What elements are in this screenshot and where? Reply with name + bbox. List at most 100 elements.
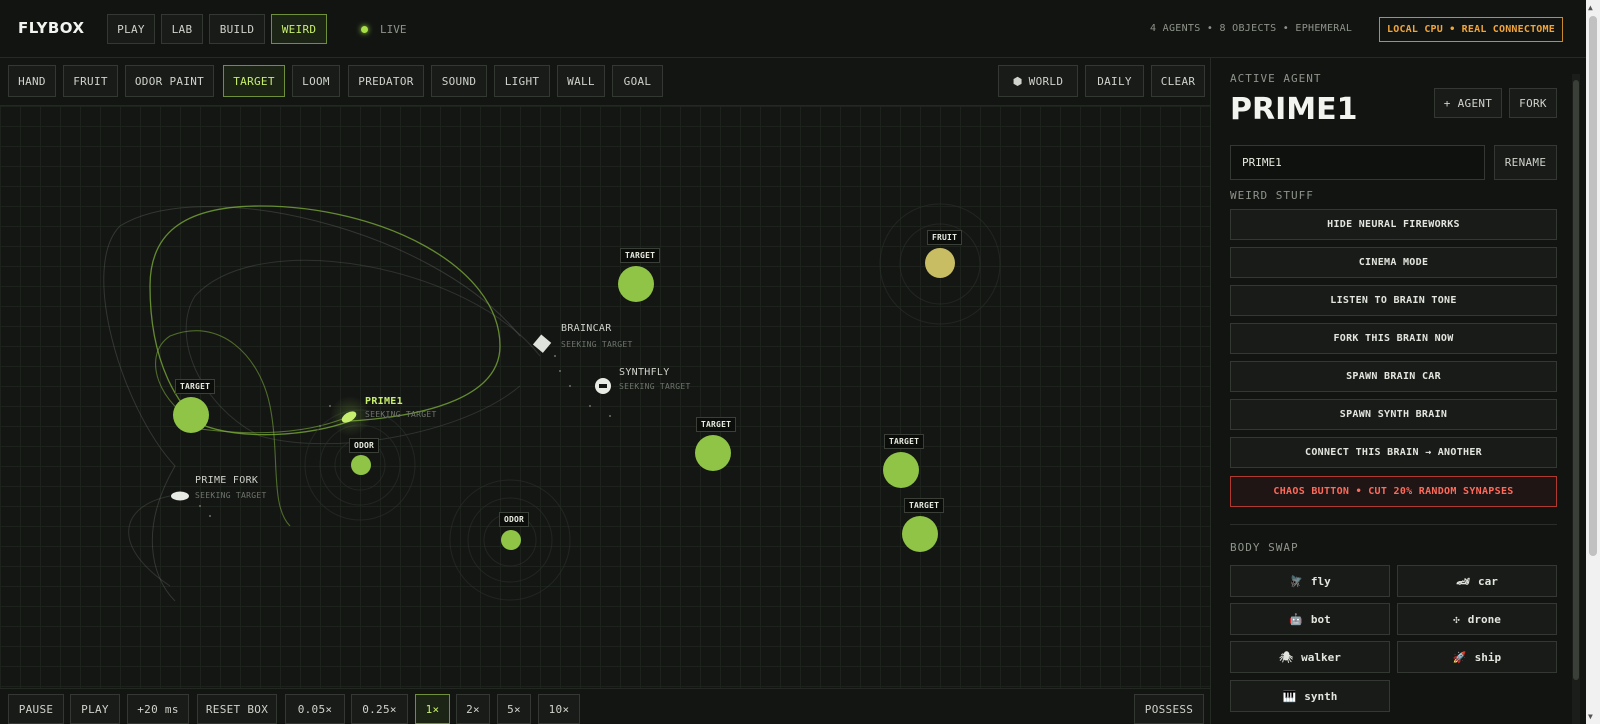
speed-0-25[interactable]: 0.25× xyxy=(351,694,408,724)
bot-icon: 🤖 xyxy=(1289,612,1303,626)
body-fly-button[interactable]: 🪰 fly xyxy=(1230,565,1390,597)
target-label: TARGET xyxy=(884,434,925,449)
body-fly-label: fly xyxy=(1310,574,1331,588)
pause-button[interactable]: PAUSE xyxy=(8,694,64,724)
body-synth-label: synth xyxy=(1304,689,1338,703)
speed-2[interactable]: 2× xyxy=(456,694,490,724)
active-agent-name: PRIME1 xyxy=(1230,92,1358,127)
fork-brain-now-button[interactable]: FORK THIS BRAIN NOW xyxy=(1230,323,1557,354)
target-label: TARGET xyxy=(175,379,216,394)
speed-5[interactable]: 5× xyxy=(497,694,531,724)
car-icon: 🏎 xyxy=(1456,574,1471,588)
tool-sound[interactable]: SOUND xyxy=(431,65,487,97)
app-logo: FLYBOX xyxy=(18,19,85,37)
body-ship-label: ship xyxy=(1474,650,1502,664)
tool-loom[interactable]: LOOM xyxy=(292,65,340,97)
prime1-trail xyxy=(149,205,501,436)
tab-build[interactable]: BUILD xyxy=(209,14,265,44)
body-walker-button[interactable]: 🕷 walker xyxy=(1230,641,1390,673)
agent-name-input[interactable] xyxy=(1230,145,1485,180)
possess-button[interactable]: POSSESS xyxy=(1134,694,1204,724)
chaos-button[interactable]: CHAOS BUTTON • CUT 20% RANDOM SYNAPSES xyxy=(1230,476,1557,507)
tab-weird[interactable]: WEIRD xyxy=(271,14,327,44)
ship-icon: 🚀 xyxy=(1452,650,1467,664)
live-indicator-icon xyxy=(361,26,368,33)
odor-object xyxy=(351,455,371,475)
prime-fork-agent xyxy=(171,491,189,501)
body-swap-label: BODY SWAP xyxy=(1230,541,1299,554)
world-button[interactable]: ⬢ WORLD xyxy=(998,65,1078,97)
tool-hand[interactable]: HAND xyxy=(8,65,56,97)
scroll-down-icon[interactable]: ▼ xyxy=(1588,712,1593,721)
panel-scrollbar-thumb[interactable] xyxy=(1573,80,1579,680)
add-agent-button[interactable]: + AGENT xyxy=(1434,88,1502,118)
target-object xyxy=(902,516,938,552)
target-object xyxy=(695,435,731,471)
cinema-mode-button[interactable]: CINEMA MODE xyxy=(1230,247,1557,278)
agent-trail-faint xyxy=(128,495,171,587)
agent-name-braincar: BRAINCAR xyxy=(561,323,612,334)
scroll-up-icon[interactable]: ▲ xyxy=(1588,3,1593,12)
walker-icon: 🕷 xyxy=(1279,650,1294,664)
target-label: TARGET xyxy=(904,498,945,513)
target-label: TARGET xyxy=(696,417,737,432)
spawn-synth-brain-button[interactable]: SPAWN SYNTH BRAIN xyxy=(1230,399,1557,430)
tool-light[interactable]: LIGHT xyxy=(494,65,550,97)
cpu-badge: LOCAL CPU • REAL CONNECTOME xyxy=(1379,17,1563,42)
world-status: 4 AGENTS • 8 OBJECTS • EPHEMERAL xyxy=(1150,23,1353,34)
connect-brain-button[interactable]: CONNECT THIS BRAIN → ANOTHER xyxy=(1230,437,1557,468)
panel-divider xyxy=(1230,524,1557,525)
tool-wall[interactable]: WALL xyxy=(557,65,605,97)
body-synth-button[interactable]: 🎹 synth xyxy=(1230,680,1390,712)
clear-button[interactable]: CLEAR xyxy=(1151,65,1205,97)
body-bot-label: bot xyxy=(1310,612,1331,626)
body-car-label: car xyxy=(1478,574,1498,588)
body-drone-button[interactable]: ✣ drone xyxy=(1397,603,1557,635)
synth-icon: 🎹 xyxy=(1282,689,1297,703)
spawn-brain-car-button[interactable]: SPAWN BRAIN CAR xyxy=(1230,361,1557,392)
play-button[interactable]: PLAY xyxy=(70,694,120,724)
target-label: TARGET xyxy=(620,248,661,263)
tool-odor-paint[interactable]: ODOR PAINT xyxy=(125,65,214,97)
daily-button[interactable]: DAILY xyxy=(1085,65,1144,97)
tool-predator[interactable]: PREDATOR xyxy=(348,65,424,97)
rename-button[interactable]: RENAME xyxy=(1494,145,1557,180)
tool-fruit[interactable]: FRUIT xyxy=(63,65,118,97)
body-ship-button[interactable]: 🚀 ship xyxy=(1397,641,1557,673)
agent-state-prime1: SEEKING TARGET xyxy=(365,410,437,419)
agent-trail-faint xyxy=(103,206,521,602)
agent-state-braincar: SEEKING TARGET xyxy=(561,340,633,349)
listen-brain-tone-button[interactable]: LISTEN TO BRAIN TONE xyxy=(1230,285,1557,316)
tab-play[interactable]: PLAY xyxy=(107,14,155,44)
step-button[interactable]: +20 ms xyxy=(127,694,189,724)
arena-drawing xyxy=(103,203,1001,602)
tool-goal[interactable]: GOAL xyxy=(612,65,663,97)
fruit-object xyxy=(925,248,955,278)
arena-canvas[interactable]: TARGET TARGET TARGET TARGET TARGET FRUIT… xyxy=(0,106,1210,688)
cube-icon: ⬢ xyxy=(1012,74,1023,88)
fork-button[interactable]: FORK xyxy=(1509,88,1557,118)
fruit-label: FRUIT xyxy=(927,230,963,245)
tab-lab[interactable]: LAB xyxy=(161,14,203,44)
hide-neural-fireworks-button[interactable]: HIDE NEURAL FIREWORKS xyxy=(1230,209,1557,240)
world-button-label: WORLD xyxy=(1028,74,1064,88)
speed-0-05[interactable]: 0.05× xyxy=(285,694,345,724)
weird-stuff-label: WEIRD STUFF xyxy=(1230,189,1314,202)
page-scrollbar-thumb[interactable] xyxy=(1589,16,1597,556)
speed-1[interactable]: 1× xyxy=(415,694,450,724)
reset-box-button[interactable]: RESET BOX xyxy=(197,694,277,724)
agent-name-prime1: PRIME1 xyxy=(365,396,403,407)
odor-object xyxy=(501,530,521,550)
tool-target[interactable]: TARGET xyxy=(223,65,285,97)
speed-10[interactable]: 10× xyxy=(538,694,580,724)
body-car-button[interactable]: 🏎 car xyxy=(1397,565,1557,597)
body-bot-button[interactable]: 🤖 bot xyxy=(1230,603,1390,635)
synthfly-mark xyxy=(599,384,607,388)
fly-icon: 🪰 xyxy=(1289,574,1303,588)
agent-name-synthfly: SYNTHFLY xyxy=(619,367,670,378)
odor-label: ODOR xyxy=(499,512,530,527)
active-agent-label: ACTIVE AGENT xyxy=(1230,72,1322,85)
target-object xyxy=(883,452,919,488)
body-walker-label: walker xyxy=(1301,650,1341,664)
drone-icon: ✣ xyxy=(1453,612,1460,626)
